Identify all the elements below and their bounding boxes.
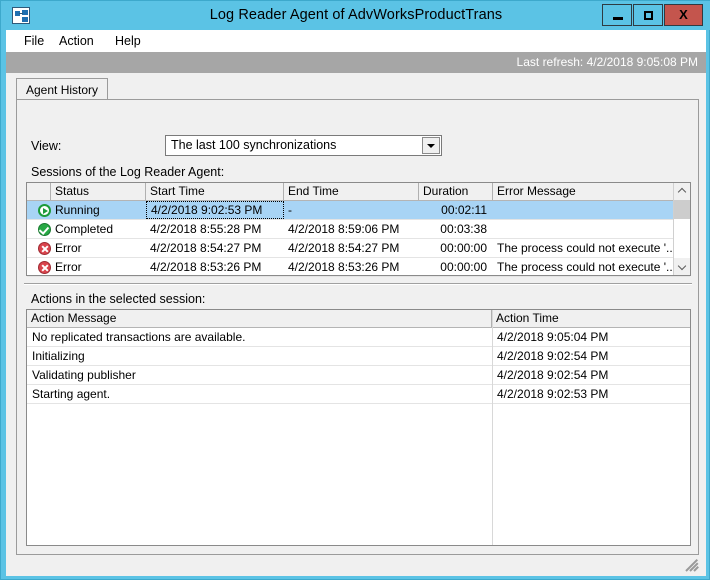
- list-item[interactable]: Starting agent. 4/2/2018 9:02:53 PM: [27, 385, 690, 404]
- status-completed-icon: [27, 220, 51, 238]
- list-item[interactable]: No replicated transactions are available…: [27, 328, 690, 347]
- title-bar[interactable]: Log Reader Agent of AdvWorksProductTrans…: [1, 1, 710, 30]
- sessions-col-error-message[interactable]: Error Message: [493, 183, 674, 200]
- session-error-message: [497, 220, 674, 238]
- session-start-time: 4/2/2018 9:02:53 PM: [146, 201, 284, 219]
- actions-col-time[interactable]: Action Time: [492, 310, 690, 327]
- tab-strip: Agent History: [16, 78, 696, 100]
- scroll-up-icon[interactable]: [674, 183, 690, 200]
- session-status: Running: [55, 203, 100, 217]
- session-status: Completed: [55, 222, 114, 236]
- session-end-time: 4/2/2018 8:54:27 PM: [288, 241, 400, 255]
- session-end-time: 4/2/2018 8:59:06 PM: [288, 222, 400, 236]
- actions-column-divider: [492, 310, 493, 545]
- status-error-icon: [27, 258, 51, 276]
- session-end-time: -: [288, 203, 292, 217]
- action-time: 4/2/2018 9:02:54 PM: [497, 368, 609, 382]
- list-item[interactable]: Initializing 4/2/2018 9:02:54 PM: [27, 347, 690, 366]
- sessions-grid[interactable]: Status Start Time End Time Duration Erro…: [26, 182, 691, 277]
- status-error-icon: [27, 239, 51, 257]
- session-duration: 00:00:00: [440, 260, 487, 274]
- actions-label: Actions in the selected session:: [31, 292, 206, 306]
- sessions-label: Sessions of the Log Reader Agent:: [31, 165, 225, 179]
- menu-bar: File Action Help: [6, 30, 706, 53]
- actions-grid-header: Action Message Action Time: [27, 310, 690, 328]
- actions-grid[interactable]: Action Message Action Time No replicated…: [26, 309, 691, 546]
- session-error-message: [497, 201, 674, 219]
- session-status: Error: [55, 260, 82, 274]
- status-running-icon: [27, 201, 51, 219]
- view-dropdown-value: The last 100 synchronizations: [171, 138, 337, 152]
- session-start-time: 4/2/2018 8:53:26 PM: [150, 260, 262, 274]
- scrollbar-track[interactable]: [674, 219, 690, 258]
- action-message: Starting agent.: [32, 387, 111, 401]
- section-divider: [24, 283, 692, 285]
- session-error-message: The process could not execute '...: [497, 241, 674, 255]
- tab-page-agent-history: View: The last 100 synchronizations Sess…: [16, 99, 699, 555]
- close-button[interactable]: X: [664, 4, 703, 26]
- action-time: 4/2/2018 9:05:04 PM: [497, 330, 609, 344]
- maximize-icon: [644, 11, 653, 20]
- action-message: Validating publisher: [32, 368, 136, 382]
- maximize-button[interactable]: [633, 4, 663, 26]
- chevron-down-icon[interactable]: [422, 137, 440, 154]
- session-error-message: The process could not execute '...: [497, 260, 674, 274]
- session-start-time: 4/2/2018 8:54:27 PM: [150, 241, 262, 255]
- table-row[interactable]: Completed 4/2/2018 8:55:28 PM 4/2/2018 8…: [27, 220, 690, 239]
- scrollbar-thumb[interactable]: [674, 200, 690, 219]
- table-row[interactable]: Running 4/2/2018 9:02:53 PM - 00:02:11: [27, 201, 690, 220]
- menu-item-file[interactable]: File: [18, 33, 50, 50]
- view-label: View:: [31, 139, 62, 153]
- view-dropdown[interactable]: The last 100 synchronizations: [165, 135, 442, 156]
- sessions-scrollbar[interactable]: [673, 183, 690, 275]
- menu-item-help[interactable]: Help: [109, 33, 147, 50]
- table-row[interactable]: Error 4/2/2018 8:54:27 PM 4/2/2018 8:54:…: [27, 239, 690, 258]
- action-time: 4/2/2018 9:02:53 PM: [497, 387, 609, 401]
- sessions-col-status[interactable]: Status: [51, 183, 146, 200]
- close-icon: X: [679, 7, 688, 22]
- sessions-col-icon[interactable]: [27, 183, 51, 200]
- session-duration: 00:02:11: [441, 203, 487, 217]
- action-time: 4/2/2018 9:02:54 PM: [497, 349, 609, 363]
- minimize-icon: [613, 17, 623, 20]
- sessions-grid-header: Status Start Time End Time Duration Erro…: [27, 183, 690, 201]
- session-duration: 00:00:00: [440, 241, 487, 255]
- sessions-col-start-time[interactable]: Start Time: [146, 183, 284, 200]
- refresh-toolbar: Last refresh: 4/2/2018 9:05:08 PM: [6, 52, 706, 73]
- action-message: Initializing: [32, 349, 85, 363]
- session-duration: 00:03:38: [440, 222, 487, 236]
- sessions-col-duration[interactable]: Duration: [419, 183, 493, 200]
- menu-item-action[interactable]: Action: [53, 33, 100, 50]
- session-status: Error: [55, 241, 82, 255]
- client-area: File Action Help Last refresh: 4/2/2018 …: [6, 30, 706, 576]
- last-refresh-label: Last refresh: 4/2/2018 9:05:08 PM: [516, 55, 698, 69]
- minimize-button[interactable]: [602, 4, 632, 26]
- table-row[interactable]: Error 4/2/2018 8:53:26 PM 4/2/2018 8:53:…: [27, 258, 690, 277]
- log-reader-agent-window: Log Reader Agent of AdvWorksProductTrans…: [0, 0, 710, 580]
- actions-col-message[interactable]: Action Message: [27, 310, 492, 327]
- tab-agent-history[interactable]: Agent History: [16, 78, 109, 100]
- action-message: No replicated transactions are available…: [32, 330, 246, 344]
- session-start-time: 4/2/2018 8:55:28 PM: [150, 222, 262, 236]
- sessions-col-end-time[interactable]: End Time: [284, 183, 419, 200]
- resize-grip[interactable]: [685, 558, 700, 572]
- scroll-down-icon[interactable]: [674, 258, 690, 275]
- session-end-time: 4/2/2018 8:53:26 PM: [288, 260, 400, 274]
- list-item[interactable]: Validating publisher 4/2/2018 9:02:54 PM: [27, 366, 690, 385]
